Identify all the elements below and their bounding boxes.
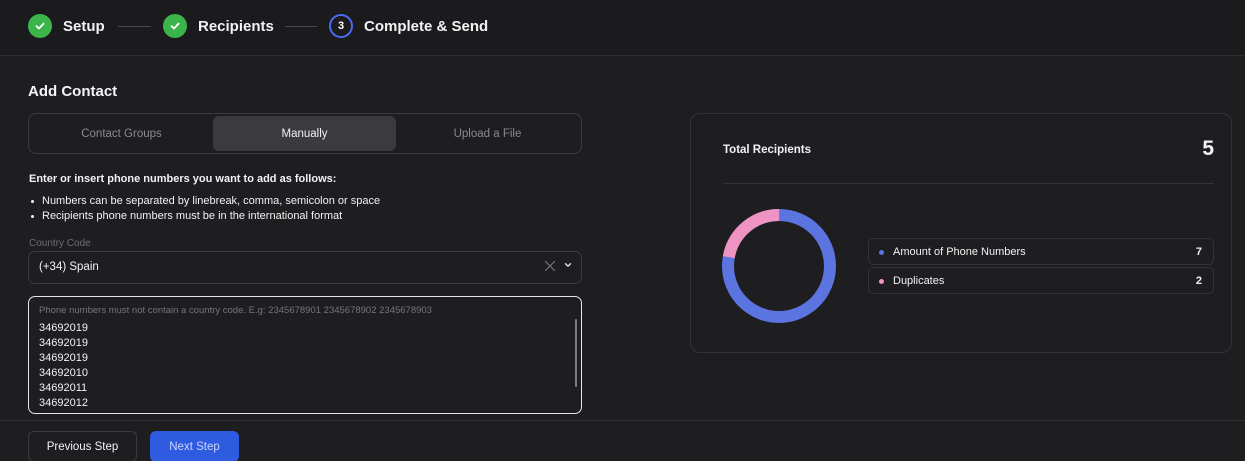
instructions: Enter or insert phone numbers you want t… xyxy=(29,173,589,224)
summary-divider xyxy=(723,183,1214,184)
step-label: Recipients xyxy=(198,17,274,35)
recipients-summary-card: Total Recipients 5 Amount of Phone Numbe… xyxy=(690,113,1232,353)
previous-step-button[interactable]: Previous Step xyxy=(28,431,137,461)
phone-number-line: 34692019 xyxy=(39,322,88,334)
phone-numbers-list: 34692019 34692019 34692019 34692010 3469… xyxy=(39,321,88,411)
step-recipients[interactable]: Recipients xyxy=(163,13,274,39)
tab-contact-groups[interactable]: Contact Groups xyxy=(31,116,212,151)
instruction-bullet: Numbers can be separated by linebreak, c… xyxy=(29,194,589,209)
legend-label: Duplicates xyxy=(893,275,945,287)
country-code-value: (+34) Spain xyxy=(39,261,99,273)
phone-numbers-placeholder: Phone numbers must not contain a country… xyxy=(39,305,432,316)
recipients-donut-chart xyxy=(722,209,836,323)
stepper: Setup Recipients 3 Complete & Send xyxy=(0,0,1245,56)
legend-phone-numbers: Amount of Phone Numbers 7 xyxy=(868,238,1214,265)
tab-manually[interactable]: Manually xyxy=(213,116,396,151)
legend-value: 7 xyxy=(1195,246,1202,258)
phone-number-line: 34692012 xyxy=(39,397,88,409)
footer: Previous Step Next Step xyxy=(0,420,1245,461)
legend-dot xyxy=(879,279,884,284)
phone-number-line: 34692019 xyxy=(39,352,88,364)
instructions-list: Numbers can be separated by linebreak, c… xyxy=(29,194,589,224)
instruction-bullet: Recipients phone numbers must be in the … xyxy=(29,209,589,224)
step-connector xyxy=(118,26,151,27)
section-title: Add Contact xyxy=(28,83,118,100)
tab-upload-file[interactable]: Upload a File xyxy=(397,116,578,151)
clear-icon[interactable] xyxy=(544,259,556,276)
chevron-down-icon[interactable] xyxy=(564,261,572,271)
legend-label: Amount of Phone Numbers xyxy=(893,246,1026,258)
summary-title: Total Recipients xyxy=(723,144,811,156)
summary-total: 5 xyxy=(1202,137,1214,160)
phone-number-line: 34692010 xyxy=(39,367,88,379)
legend-value: 2 xyxy=(1195,275,1202,287)
step-connector xyxy=(285,26,317,27)
textarea-scrollbar[interactable] xyxy=(575,319,577,387)
phone-number-line: 34692011 xyxy=(39,382,88,394)
check-icon xyxy=(163,14,187,38)
country-code-label: Country Code xyxy=(29,238,91,249)
check-icon xyxy=(28,14,52,38)
step-label: Setup xyxy=(63,17,105,35)
contact-source-tabs: Contact Groups Manually Upload a File xyxy=(28,113,582,154)
phone-number-line: 34692019 xyxy=(39,337,88,349)
donut-segment-duplicates xyxy=(722,209,836,323)
legend-dot xyxy=(879,250,884,255)
country-code-select[interactable]: (+34) Spain xyxy=(28,251,582,284)
instructions-heading: Enter or insert phone numbers you want t… xyxy=(29,173,337,185)
step-label: Complete & Send xyxy=(364,17,489,35)
legend-duplicates: Duplicates 2 xyxy=(868,267,1214,294)
next-step-button[interactable]: Next Step xyxy=(150,431,239,461)
step-number: 3 xyxy=(329,14,353,38)
step-complete-send[interactable]: 3 Complete & Send xyxy=(329,13,488,39)
step-setup[interactable]: Setup xyxy=(28,13,105,39)
phone-numbers-textarea[interactable]: Phone numbers must not contain a country… xyxy=(28,296,582,414)
